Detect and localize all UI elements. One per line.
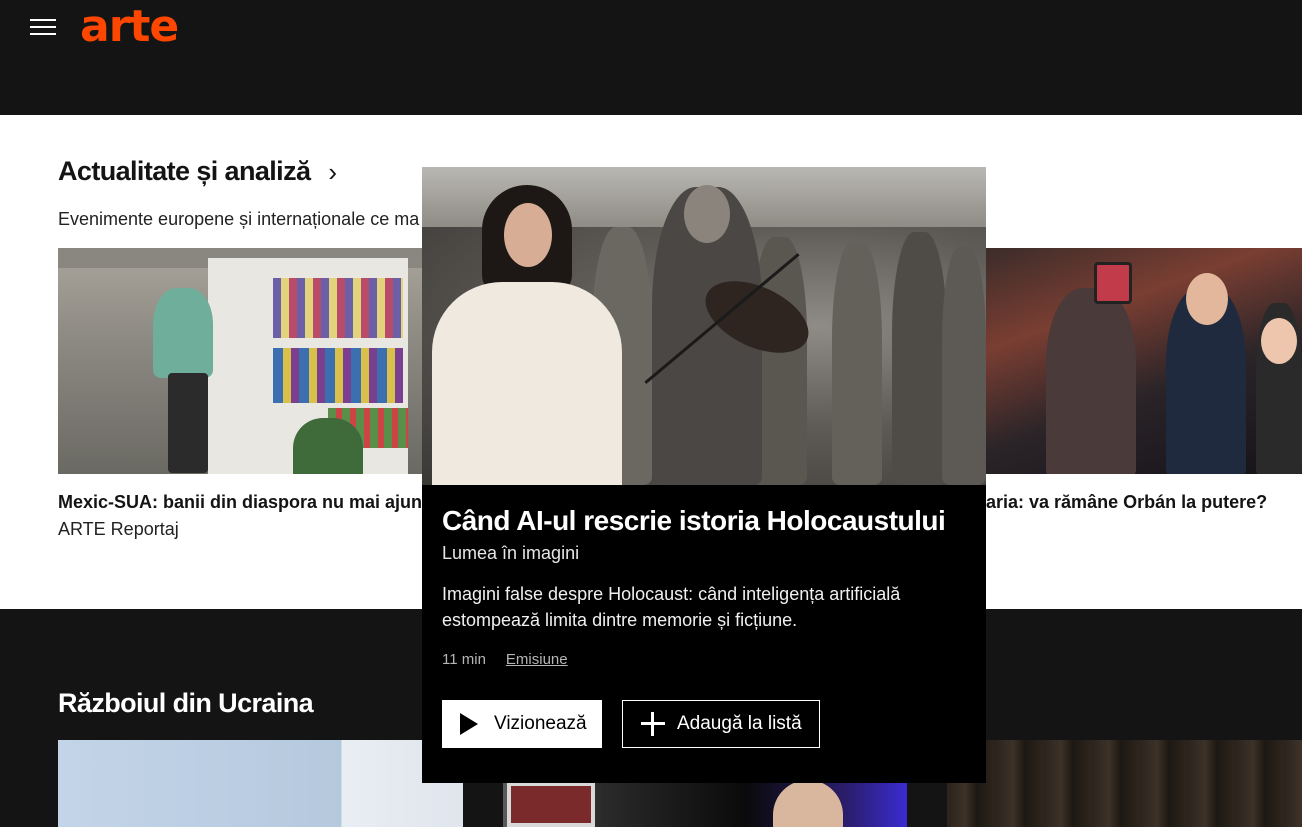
card-title-ungaria[interactable]: aria: va rămâne Orbán la putere? (986, 492, 1267, 513)
ukraine-thumbnail-1[interactable] (58, 740, 463, 827)
card-title-mexic[interactable]: Mexic-SUA: banii din diaspora nu mai aju… (58, 492, 433, 513)
watch-button-label: Vizionează (494, 713, 587, 734)
section-title-news[interactable]: Actualitate și analiză › (58, 156, 337, 187)
section-title-text[interactable]: Actualitate și analiză (58, 156, 311, 187)
add-to-list-label: Adaugă la listă (677, 713, 802, 734)
preview-popup[interactable]: Când AI-ul rescrie istoria Holocaustului… (422, 167, 986, 783)
card-thumbnail-ungaria[interactable] (986, 248, 1302, 474)
card-subtitle-mexic: ARTE Reportaj (58, 519, 179, 539)
plus-icon (641, 712, 665, 736)
section-subtitle: Evenimente europene și internaționale ce… (58, 209, 420, 229)
add-to-list-button[interactable]: Adaugă la listă (622, 700, 820, 748)
ukraine-thumbnail-3[interactable] (947, 740, 1302, 827)
popup-subtitle: Lumea în imagini (442, 543, 580, 563)
popup-thumbnail[interactable] (422, 167, 986, 485)
top-bar: arte (0, 0, 1302, 115)
play-icon (460, 713, 478, 735)
arte-logo[interactable]: arte (80, 2, 179, 52)
popup-description: Imagini false despre Holocaust: când int… (442, 584, 901, 630)
card-thumbnail-mexic[interactable] (58, 248, 463, 474)
duration-label: 11 min (442, 651, 486, 668)
section-title-ukraine[interactable]: Războiul din Ucraina (58, 688, 314, 719)
category-link[interactable]: Emisiune (506, 651, 568, 668)
hamburger-menu-icon[interactable] (30, 18, 56, 38)
popup-meta: 11 min Emisiune (442, 651, 568, 668)
popup-title[interactable]: Când AI-ul rescrie istoria Holocaustului (442, 505, 946, 537)
watch-button[interactable]: Vizionează (442, 700, 602, 748)
chevron-right-icon[interactable]: › (328, 159, 337, 185)
